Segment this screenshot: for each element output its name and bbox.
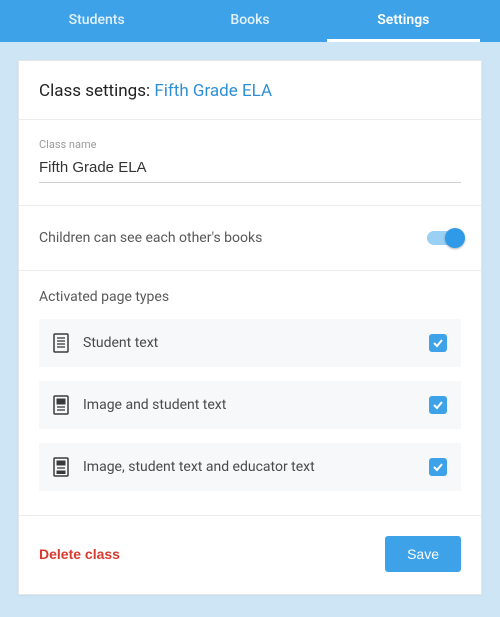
page-type-row: Image and student text — [39, 381, 461, 429]
page-type-row: Image, student text and educator text — [39, 443, 461, 491]
visibility-toggle-label: Children can see each other's books — [39, 230, 262, 246]
card-header: Class settings: Fifth Grade ELA — [19, 61, 481, 120]
page-type-label: Image and student text — [83, 397, 415, 413]
page-type-checkbox[interactable] — [429, 334, 447, 352]
tab-bar: Students Books Settings — [0, 0, 500, 42]
tab-books[interactable]: Books — [173, 0, 326, 42]
page-type-label: Image, student text and educator text — [83, 459, 415, 475]
visibility-toggle[interactable] — [427, 231, 461, 245]
settings-card: Class settings: Fifth Grade ELA Class na… — [18, 60, 482, 595]
delete-class-button[interactable]: Delete class — [39, 546, 120, 562]
class-name-label: Class name — [39, 138, 461, 151]
footer: Delete class Save — [19, 516, 481, 594]
class-name-input[interactable] — [39, 155, 461, 183]
page-image-split-icon — [53, 457, 69, 477]
tab-students[interactable]: Students — [20, 0, 173, 42]
toggle-knob — [445, 228, 465, 248]
visibility-toggle-row: Children can see each other's books — [19, 206, 481, 271]
page-types-section: Activated page types Student text Image … — [19, 271, 481, 516]
save-button[interactable]: Save — [385, 536, 461, 572]
page-type-label: Student text — [83, 335, 415, 351]
page-type-checkbox[interactable] — [429, 396, 447, 414]
header-class-name: Fifth Grade ELA — [154, 81, 272, 101]
class-name-section: Class name — [19, 120, 481, 206]
page-type-row: Student text — [39, 319, 461, 367]
page-type-checkbox[interactable] — [429, 458, 447, 476]
header-prefix: Class settings: — [39, 81, 154, 101]
tab-settings[interactable]: Settings — [327, 0, 480, 42]
page-types-title: Activated page types — [39, 289, 461, 305]
page-image-lines-icon — [53, 395, 69, 415]
page-lines-icon — [53, 333, 69, 353]
